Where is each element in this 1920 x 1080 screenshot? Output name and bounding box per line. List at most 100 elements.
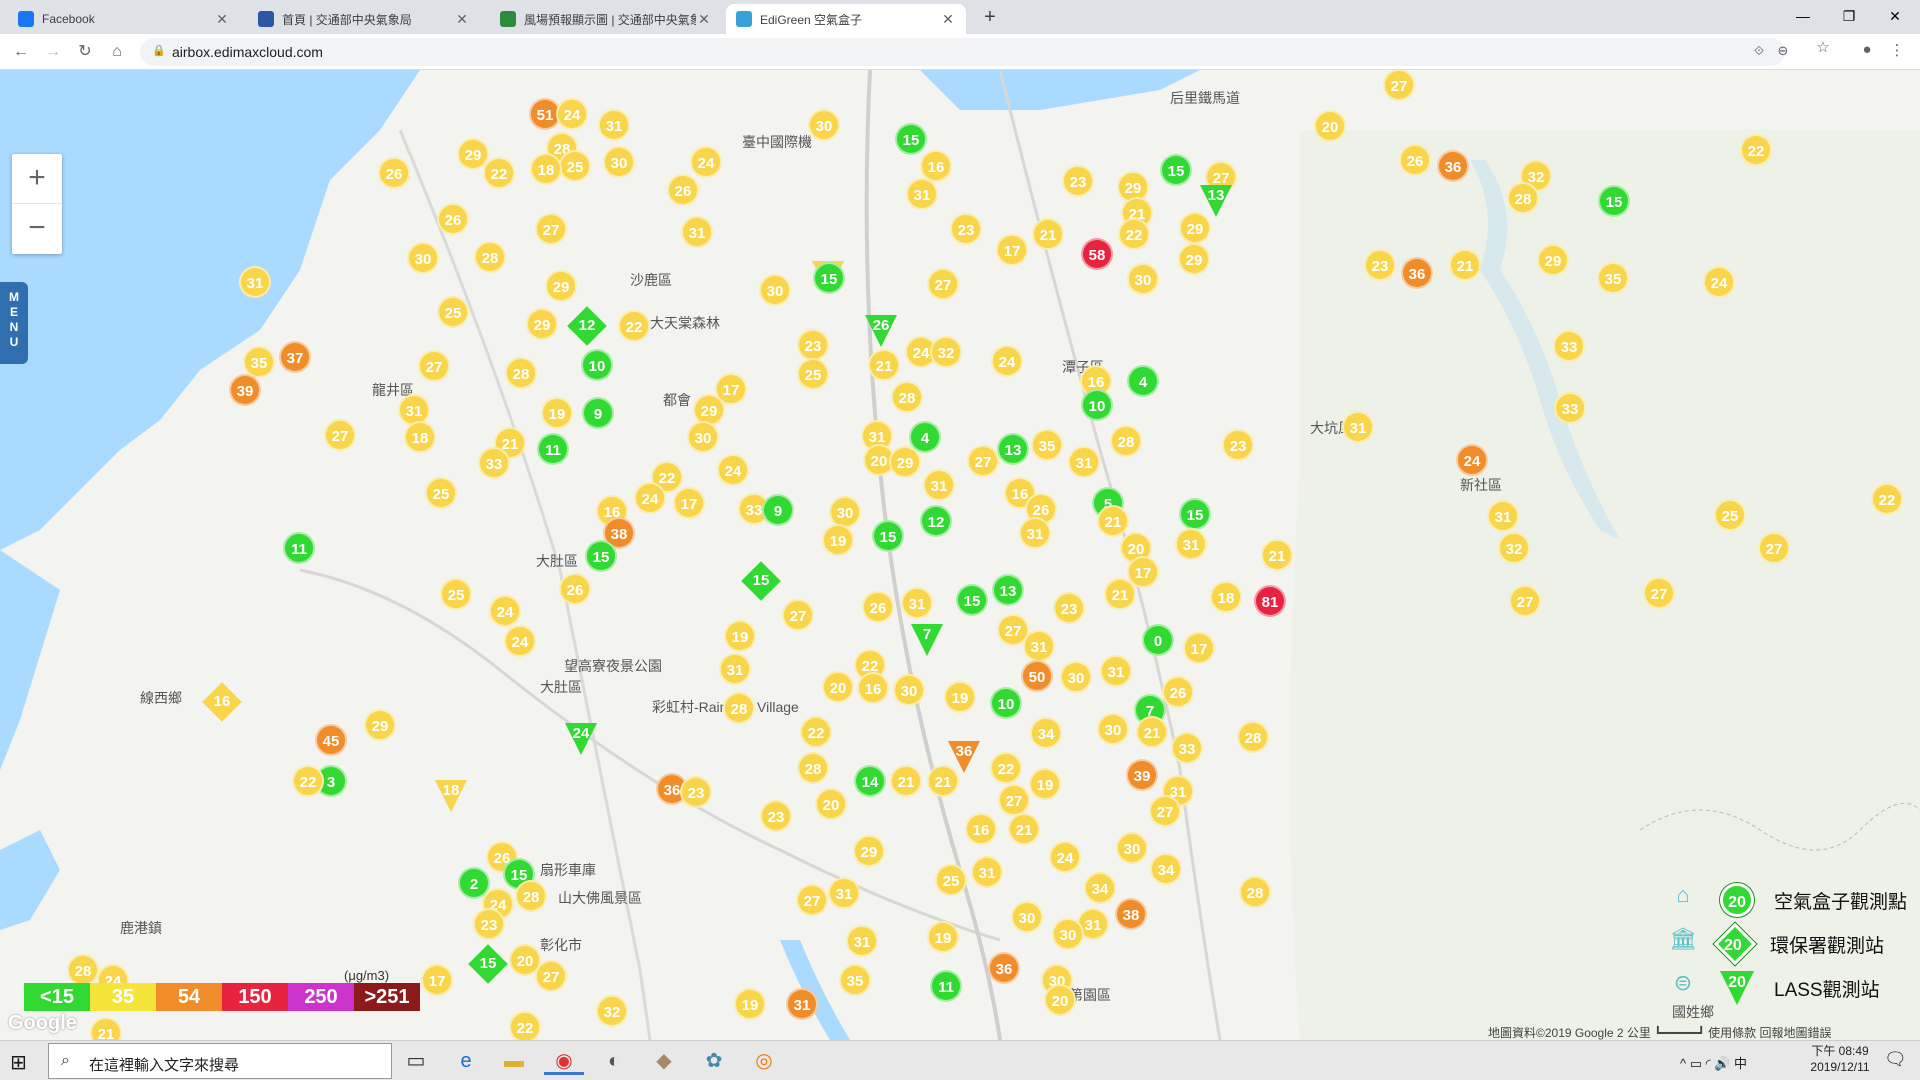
airbox-marker[interactable]: 14	[854, 765, 886, 797]
airbox-marker[interactable]: 22	[990, 752, 1022, 784]
airbox-marker[interactable]: 30	[1116, 832, 1148, 864]
airbox-marker[interactable]: 12	[920, 505, 952, 537]
airbox-marker[interactable]: 50	[1021, 660, 1053, 692]
airbox-marker[interactable]: 31	[1023, 630, 1055, 662]
airbox-marker[interactable]: 22	[618, 310, 650, 342]
airbox-marker[interactable]: 31	[786, 988, 818, 1020]
airbox-marker[interactable]: 26	[378, 157, 410, 189]
airbox-marker[interactable]: 32	[1498, 532, 1530, 564]
airbox-marker[interactable]: 23	[1364, 249, 1396, 281]
airbox-marker[interactable]: 33	[1171, 732, 1203, 764]
airbox-marker[interactable]: 31	[828, 877, 860, 909]
task-view-icon[interactable]: ▭	[396, 1047, 436, 1075]
airbox-marker[interactable]: 28	[723, 692, 755, 724]
airbox-marker[interactable]: 27	[1383, 70, 1415, 101]
airbox-marker[interactable]: 31	[923, 469, 955, 501]
epa-station-marker[interactable]: 15	[741, 561, 781, 601]
airbox-marker[interactable]: 26	[559, 573, 591, 605]
airbox-marker[interactable]: 21	[1136, 716, 1168, 748]
airbox-marker[interactable]: 27	[1509, 585, 1541, 617]
airbox-marker[interactable]: 31	[1019, 517, 1051, 549]
airbox-marker[interactable]: 21	[868, 349, 900, 381]
airbox-marker[interactable]: 36	[988, 952, 1020, 984]
bookmark-star-icon[interactable]: ☆	[1812, 38, 1834, 56]
airbox-marker[interactable]: 28	[515, 880, 547, 912]
airbox-marker[interactable]: 24	[1703, 266, 1735, 298]
airbox-marker[interactable]: 27	[967, 445, 999, 477]
url-text[interactable]: airbox.edimaxcloud.com	[172, 44, 323, 60]
airbox-marker[interactable]: 9	[582, 397, 614, 429]
airbox-marker[interactable]: 29	[526, 308, 558, 340]
airbox-marker[interactable]: 21	[927, 765, 959, 797]
airbox-marker[interactable]: 36	[1401, 257, 1433, 289]
airbox-marker[interactable]: 27	[418, 350, 450, 382]
airbox-marker[interactable]: 26	[1162, 676, 1194, 708]
translate-icon[interactable]: ⟐	[1750, 43, 1768, 59]
airbox-marker[interactable]: 27	[535, 960, 567, 992]
airbox-marker[interactable]: 11	[283, 532, 315, 564]
airbox-marker[interactable]: 30	[808, 109, 840, 141]
airbox-marker[interactable]: 31	[901, 587, 933, 619]
airbox-marker[interactable]: 37	[279, 341, 311, 373]
minimize-button[interactable]: —	[1780, 2, 1826, 30]
airbox-marker[interactable]: 13	[992, 574, 1024, 606]
airbox-marker[interactable]: 39	[1126, 759, 1158, 791]
airbox-marker[interactable]: 31	[971, 856, 1003, 888]
airbox-marker[interactable]: 31	[1175, 528, 1207, 560]
airbox-marker[interactable]: 28	[797, 752, 829, 784]
airbox-marker[interactable]: 29	[853, 835, 885, 867]
airbox-marker[interactable]: 35	[839, 964, 871, 996]
airbox-marker[interactable]: 15	[813, 262, 845, 294]
windows-start-icon[interactable]: ⊞	[10, 1050, 27, 1075]
home-icon[interactable]: ⌂	[104, 40, 130, 64]
lock-icon[interactable]: 🔒	[152, 44, 166, 57]
airbox-marker[interactable]: 30	[1011, 901, 1043, 933]
airbox-marker[interactable]: 17	[996, 234, 1028, 266]
airbox-marker[interactable]: 29	[1179, 212, 1211, 244]
zoom-out-button[interactable]: −	[12, 204, 62, 254]
tab-close-icon[interactable]: ✕	[696, 11, 712, 28]
airbox-marker[interactable]: 17	[421, 964, 453, 996]
airbox-marker[interactable]: 25	[425, 477, 457, 509]
airbox-marker[interactable]: 27	[796, 884, 828, 916]
airbox-marker[interactable]: 22	[1740, 134, 1772, 166]
airbox-marker[interactable]: 24	[991, 345, 1023, 377]
tab-close-icon[interactable]: ✕	[940, 11, 956, 28]
airbox-marker[interactable]: 23	[950, 213, 982, 245]
airbox-marker[interactable]: 31	[846, 925, 878, 957]
airbox-marker[interactable]: 11	[930, 970, 962, 1002]
airbox-marker[interactable]: 27	[1758, 532, 1790, 564]
epa-station-marker[interactable]: 16	[202, 682, 242, 722]
airbox-marker[interactable]: 31	[719, 653, 751, 685]
airbox-marker[interactable]: 19	[944, 681, 976, 713]
airbox-marker[interactable]: 22	[1871, 483, 1903, 515]
airbox-marker[interactable]: 13	[997, 433, 1029, 465]
airbox-marker[interactable]: 15	[1179, 498, 1211, 530]
airbox-marker[interactable]: 15	[1160, 154, 1192, 186]
airbox-marker[interactable]: 24	[489, 595, 521, 627]
airbox-marker[interactable]: 27	[535, 213, 567, 245]
browser-tab[interactable]: 首頁 | 交通部中央氣象局 ✕	[248, 4, 480, 34]
airbox-marker[interactable]: 34	[1150, 853, 1182, 885]
airbox-marker[interactable]: 24	[717, 454, 749, 486]
airbox-marker[interactable]: 20	[822, 671, 854, 703]
airbox-marker[interactable]: 34	[1084, 872, 1116, 904]
address-bar[interactable]: 🔒 airbox.edimaxcloud.com ⟐ ⊖	[140, 38, 1788, 66]
airbox-marker[interactable]: 31	[906, 178, 938, 210]
airbox-marker[interactable]: 23	[473, 908, 505, 940]
airbox-marker[interactable]: 26	[667, 174, 699, 206]
airbox-marker[interactable]: 10	[990, 687, 1022, 719]
airbox-marker[interactable]: 45	[315, 724, 347, 756]
airbox-marker[interactable]: 24	[1456, 444, 1488, 476]
airbox-marker[interactable]: 22	[800, 716, 832, 748]
airbox-marker[interactable]: 35	[1597, 262, 1629, 294]
map-canvas[interactable]: 沙鹿區 龍井區 大肚區 大肚區 線西鄉 鹿港鎮 彰化市 潭子區 大坑風景 新社區 后里鐵馬道 臺中國際…	[0, 70, 1920, 1040]
airbox-marker[interactable]: 30	[1060, 661, 1092, 693]
airbox-marker[interactable]: 34	[1030, 717, 1062, 749]
airbox-marker[interactable]: 24	[556, 98, 588, 130]
airbox-marker[interactable]: 21	[1032, 218, 1064, 250]
airbox-marker[interactable]: 32	[930, 336, 962, 368]
chrome-icon[interactable]: ◉	[544, 1047, 584, 1075]
airbox-marker[interactable]: 17	[1183, 632, 1215, 664]
clock[interactable]: 下午 08:49 2019/12/11	[1800, 1043, 1880, 1075]
